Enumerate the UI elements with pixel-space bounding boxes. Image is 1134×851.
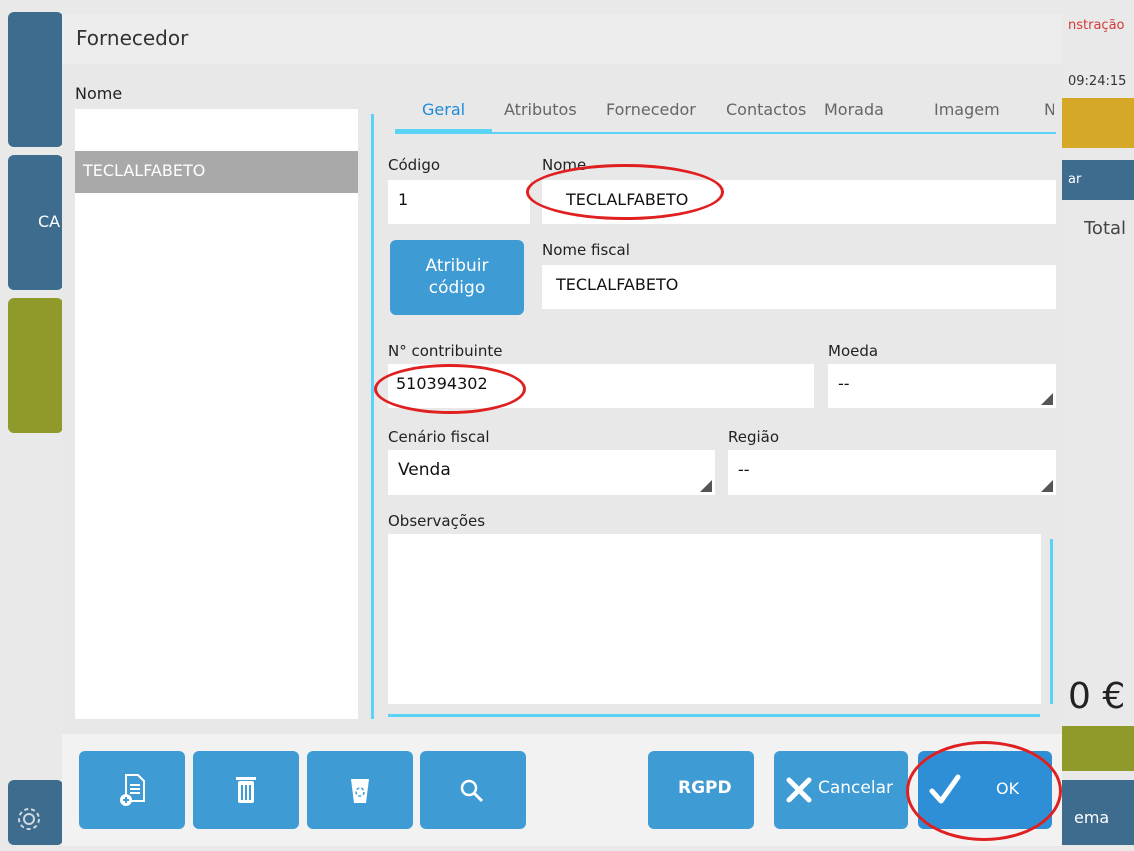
regiao-value: -- (738, 460, 750, 479)
tabs-baseline (492, 132, 1056, 134)
codigo-label: Código (388, 156, 441, 174)
tab-fornecedor[interactable]: Fornecedor (606, 100, 696, 119)
supplier-list[interactable]: TECLALFABETO (75, 109, 358, 719)
bg-bottom-right-label: ema (1074, 808, 1110, 827)
bg-label-ca: CA (38, 212, 61, 231)
scroll-indicator[interactable] (1050, 539, 1053, 704)
observacoes-label: Observações (388, 512, 486, 530)
bg-amount: 0 € (1068, 676, 1126, 717)
dialog-footer: RGPD Cancelar OK (62, 734, 1062, 846)
search-button[interactable] (420, 751, 526, 829)
regiao-select[interactable]: -- (728, 450, 1056, 495)
list-item[interactable]: TECLALFABETO (75, 151, 358, 193)
annotation-ellipse-nome (526, 164, 724, 220)
dropdown-corner-icon (1041, 480, 1053, 492)
cancel-label: Cancelar (818, 778, 893, 798)
codigo-field[interactable]: 1 (388, 180, 530, 224)
nome-fiscal-field[interactable]: TECLALFABETO (542, 265, 1056, 309)
assign-code-label-2: código (428, 278, 486, 298)
annotation-ellipse-contribuinte (374, 364, 526, 414)
observacoes-textarea[interactable] (388, 534, 1041, 704)
bg-right-label: ar (1068, 172, 1082, 187)
recycle-button[interactable] (307, 751, 413, 829)
cancel-button[interactable]: Cancelar (774, 751, 908, 829)
tab-imagem[interactable]: Imagem (934, 100, 1000, 119)
bg-clock: 09:24:15 (1068, 74, 1127, 89)
bg-right-tile-yellow (1062, 98, 1134, 148)
tab-contactos[interactable]: Contactos (726, 100, 806, 119)
cenario-value: Venda (398, 460, 451, 480)
form-bottom-line (388, 714, 1040, 717)
dropdown-corner-icon (1041, 393, 1053, 405)
active-tab-indicator (395, 129, 492, 134)
regiao-label: Região (728, 428, 780, 446)
bg-top-right-text: nstração (1068, 18, 1125, 33)
panel-divider (371, 114, 374, 719)
cenario-label: Cenário fiscal (388, 428, 490, 446)
moeda-label: Moeda (828, 342, 879, 360)
contribuinte-label: N° contribuinte (388, 342, 503, 360)
delete-button[interactable] (193, 751, 299, 829)
bg-total-label: Total (1084, 218, 1127, 239)
dialog-header: Fornecedor (62, 14, 1062, 64)
list-label: Nome (75, 84, 123, 103)
bg-tile-3 (8, 298, 63, 433)
tab-atributos[interactable]: Atributos (504, 100, 577, 119)
tab-geral[interactable]: Geral (422, 100, 465, 119)
gear-icon[interactable] (16, 806, 42, 836)
cenario-select[interactable]: Venda (388, 450, 715, 495)
rgpd-label: RGPD (678, 778, 732, 798)
dialog-title: Fornecedor (76, 26, 189, 50)
bg-tile-1 (8, 12, 63, 147)
moeda-value: -- (838, 374, 850, 393)
new-button[interactable] (79, 751, 185, 829)
tab-bar: Geral Atributos Fornecedor Contactos Mor… (394, 96, 1054, 136)
tab-morada[interactable]: Morada (824, 100, 884, 119)
supplier-dialog: Fornecedor Nome TECLALFABETO Geral Atrib… (62, 14, 1062, 846)
assign-code-label-1: Atribuir (425, 256, 489, 276)
tab-more[interactable]: N (1044, 100, 1054, 119)
nome-fiscal-label: Nome fiscal (542, 241, 630, 259)
rgpd-button[interactable]: RGPD (648, 751, 754, 829)
bg-right-tile-green (1062, 726, 1134, 771)
annotation-ellipse-ok (906, 741, 1062, 841)
dropdown-corner-icon (700, 480, 712, 492)
assign-code-button[interactable]: Atribuir código (390, 240, 524, 315)
moeda-select[interactable]: -- (828, 364, 1056, 408)
